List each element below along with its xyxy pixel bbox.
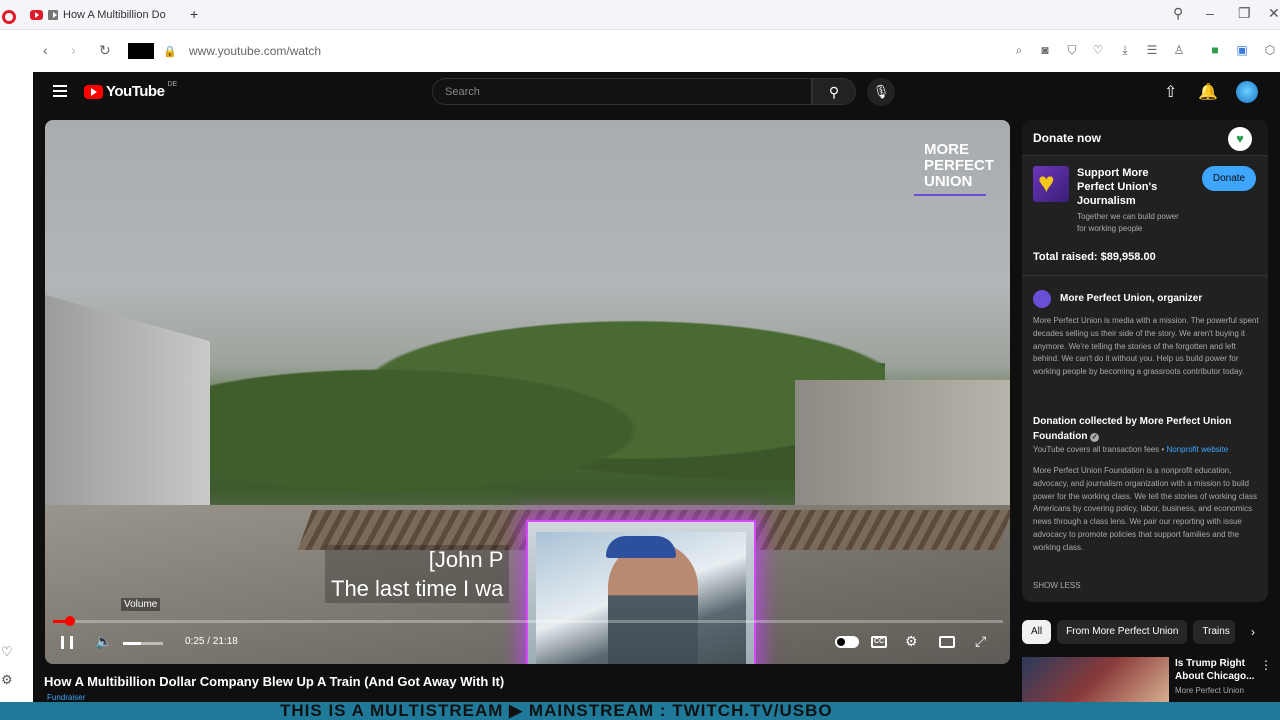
url-field[interactable]: www.youtube.com/watch: [189, 44, 321, 58]
volume-icon[interactable]: 🔈: [95, 633, 112, 650]
download-icon[interactable]: ⤓: [1118, 43, 1132, 57]
redacted-block: [128, 43, 154, 59]
recommendation-thumbnail[interactable]: [1022, 657, 1169, 702]
autoplay-toggle[interactable]: [835, 636, 859, 648]
miniplayer-icon[interactable]: [939, 636, 955, 648]
campaign-heart-icon: [1033, 166, 1069, 202]
fullscreen-icon[interactable]: ⤢: [975, 633, 986, 650]
search-input[interactable]: Search: [432, 78, 812, 105]
chevron-right-icon[interactable]: ›: [1251, 625, 1255, 639]
progress-scrubber[interactable]: [65, 616, 75, 626]
browser-tab[interactable]: How A Multibillion Do: [30, 4, 185, 26]
microphone-icon[interactable]: 🎙: [867, 78, 895, 106]
campaign-tagline: Together we can build power for working …: [1077, 212, 1179, 233]
channel-watermark: MORE PERFECT UNION: [914, 142, 994, 196]
search-tabs-icon[interactable]: ⚲: [1173, 5, 1183, 22]
nonprofit-website-link[interactable]: Nonprofit website: [1166, 445, 1228, 454]
time-display: 0:25 / 21:18: [185, 636, 238, 647]
back-icon[interactable]: ‹: [43, 42, 48, 58]
volume-slider[interactable]: [123, 642, 163, 645]
fundraiser-badge[interactable]: Fundraiser: [47, 693, 85, 702]
translate-icon[interactable]: ▣: [1235, 43, 1249, 57]
hamburger-menu-icon[interactable]: [53, 85, 67, 97]
upload-icon[interactable]: ⇧: [1164, 82, 1177, 102]
verified-icon: ✓: [1090, 433, 1100, 442]
camera-icon[interactable]: ◙: [1038, 43, 1052, 57]
video-caption: [John P The last time I wa: [325, 545, 510, 603]
opera-logo-icon[interactable]: [2, 10, 16, 24]
tab-title: How A Multibillion Do: [63, 9, 166, 21]
youtube-logo[interactable]: YouTube DE: [84, 81, 177, 100]
heart-icon[interactable]: ♡: [1091, 43, 1105, 57]
reload-icon[interactable]: ↻: [99, 42, 111, 59]
divider: [1022, 275, 1268, 276]
organizer-name: More Perfect Union, organizer: [1060, 293, 1203, 304]
pause-button[interactable]: [61, 636, 73, 649]
youtube-play-icon: [84, 84, 103, 99]
chip-from-channel[interactable]: From More Perfect Union: [1057, 620, 1188, 644]
streamer-webcam-overlay: [526, 520, 756, 664]
video-player[interactable]: MORE PERFECT UNION [John P The last time…: [45, 120, 1010, 664]
donate-panel: Donate now ♥ Support More Perfect Union'…: [1022, 120, 1268, 602]
foundation-description: More Perfect Union Foundation is a nonpr…: [1033, 466, 1257, 552]
browser-tab-bar: How A Multibillion Do + ⚲ – ❐ ✕: [0, 0, 1280, 30]
total-raised: Total raised: $89,958.00: [1033, 251, 1156, 263]
recommendation-title[interactable]: Is Trump Right About Chicago...: [1175, 657, 1263, 683]
avatar[interactable]: [1236, 81, 1258, 103]
streamer: [608, 542, 698, 664]
bell-icon[interactable]: 🔔: [1198, 82, 1218, 102]
menu-icon[interactable]: ☰: [1145, 43, 1159, 57]
lock-icon: 🔒: [163, 46, 177, 58]
minimize-icon[interactable]: –: [1206, 5, 1214, 21]
youtube-page: YouTube DE Search ⚲ 🎙 ⇧ 🔔 MORE PERFECT U…: [33, 72, 1280, 702]
shield-icon[interactable]: ⛉: [1065, 43, 1079, 57]
heart-icon[interactable]: ♡: [1, 644, 13, 660]
volume-tooltip: Volume: [121, 598, 161, 611]
speaker-icon[interactable]: [48, 10, 58, 20]
donate-title: Donate now: [1033, 131, 1101, 145]
multistream-banner: THIS IS A MULTISTREAM ▶ MAINSTREAM : TWI…: [0, 702, 1280, 720]
organizer-avatar[interactable]: [1033, 290, 1051, 308]
search-button[interactable]: ⚲: [812, 78, 856, 105]
recommendation-chips: All From More Perfect Union Trains: [1022, 620, 1268, 644]
campaign-title: Support More Perfect Union's Journalism: [1077, 167, 1158, 207]
organizer-description: More Perfect Union is media with a missi…: [1033, 316, 1259, 377]
recommendation-channel[interactable]: More Perfect Union: [1175, 686, 1244, 695]
cube-icon[interactable]: ⬡: [1263, 43, 1277, 57]
video-title: How A Multibillion Dollar Company Blew U…: [44, 674, 505, 689]
profile-icon[interactable]: ♙: [1172, 43, 1186, 57]
search-icon[interactable]: ⌕: [1012, 43, 1026, 57]
video-frame-trees: [165, 310, 885, 510]
gear-icon[interactable]: ⚙: [1, 672, 13, 688]
browser-sidebar: ♡ ⚙: [0, 72, 33, 702]
donate-button[interactable]: Donate: [1202, 166, 1256, 191]
donate-header: Donate now ♥: [1022, 120, 1268, 156]
heart-badge-icon: ♥: [1228, 127, 1252, 151]
progress-bar[interactable]: [53, 620, 1003, 623]
chip-all[interactable]: All: [1022, 620, 1052, 644]
chip-trains[interactable]: Trains: [1193, 620, 1236, 644]
extension-icon[interactable]: ■: [1208, 43, 1222, 57]
subtitles-button[interactable]: CC: [871, 636, 887, 648]
forward-icon[interactable]: ›: [71, 42, 76, 58]
video-frame-building-right: [795, 380, 1010, 520]
settings-gear-icon[interactable]: ⚙: [905, 633, 918, 650]
more-options-icon[interactable]: ⋮: [1260, 658, 1272, 672]
new-tab-button[interactable]: +: [190, 6, 198, 22]
close-icon[interactable]: ✕: [1268, 5, 1280, 22]
show-less-button[interactable]: SHOW LESS: [1033, 581, 1081, 590]
banner-text: THIS IS A MULTISTREAM ▶ MAINSTREAM : TWI…: [280, 702, 833, 720]
youtube-favicon-icon: [30, 10, 43, 20]
fees-note: YouTube covers all transaction fees • No…: [1033, 445, 1229, 454]
maximize-icon[interactable]: ❐: [1238, 5, 1251, 22]
collected-by: Donation collected by More Perfect Union…: [1033, 416, 1232, 442]
